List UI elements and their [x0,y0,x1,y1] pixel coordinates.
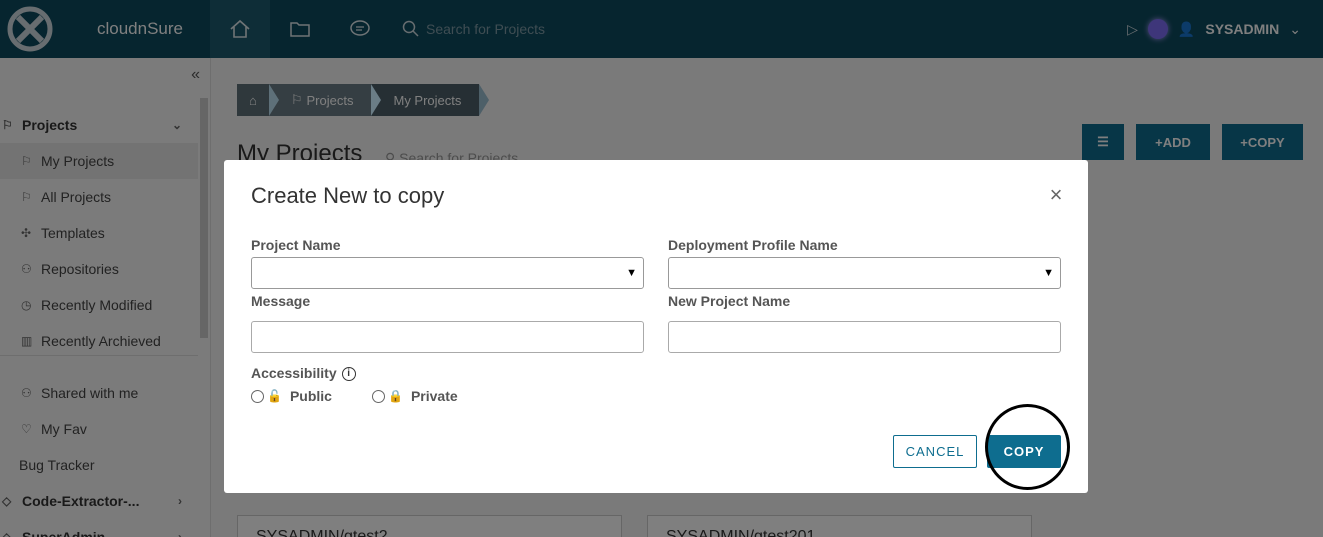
public-option[interactable]: 🔓 Public [251,388,332,404]
private-label: Private [410,388,458,404]
message-input[interactable] [251,321,644,353]
copy-project-modal: Create New to copy × Project Name ▼ Depl… [224,160,1088,493]
info-icon[interactable]: i [341,367,356,382]
public-label: Public [289,388,332,404]
cancel-button[interactable]: CANCEL [893,435,977,468]
accessibility-label: Accessibility i [251,365,356,382]
public-radio[interactable] [251,389,264,403]
new-project-name-label: New Project Name [668,293,791,309]
deployment-profile-label: Deployment Profile Name [668,237,838,253]
new-project-name-input[interactable] [668,321,1061,353]
project-name-label: Project Name [251,237,341,253]
chevron-down-icon: ▼ [626,267,637,279]
highlight-circle-annotation [985,404,1070,490]
unlock-icon: 🔓 [267,389,282,403]
message-label: Message [251,293,311,309]
chevron-down-icon: ▼ [1043,267,1054,279]
project-name-select[interactable]: ▼ [251,257,644,289]
deployment-profile-select[interactable]: ▼ [668,257,1061,289]
lock-icon: 🔒 [388,389,403,403]
private-option[interactable]: 🔒 Private [372,388,458,404]
accessibility-label-text: Accessibility [251,365,337,381]
close-icon[interactable]: × [1046,184,1066,206]
modal-title: Create New to copy [251,183,445,208]
private-radio[interactable] [372,389,385,403]
